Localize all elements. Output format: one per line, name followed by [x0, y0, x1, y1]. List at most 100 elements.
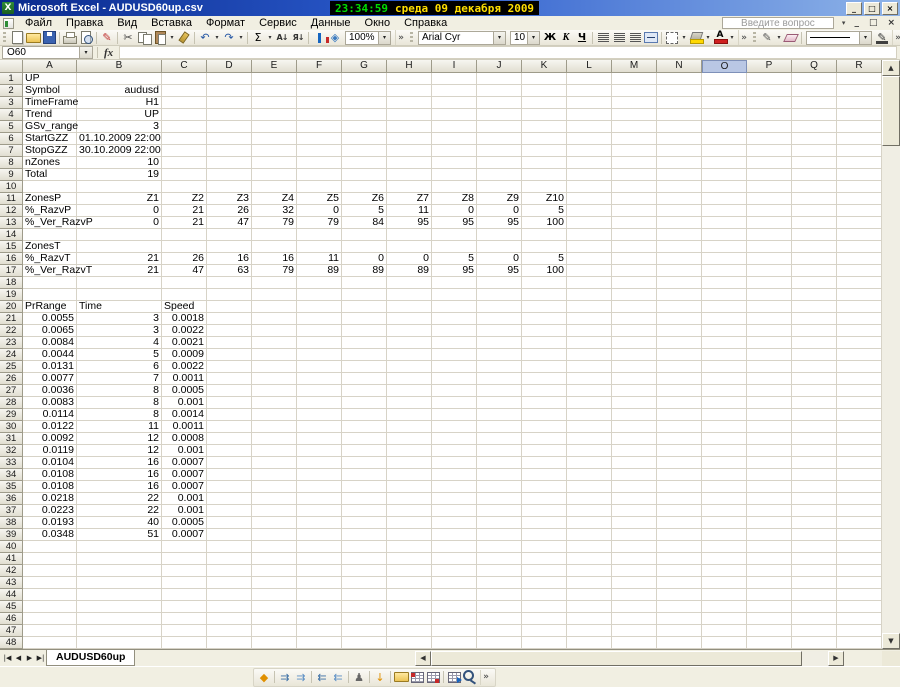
arrows-right-2-icon[interactable]: ⇉: [293, 670, 309, 685]
cell-i4[interactable]: [432, 109, 477, 121]
cell-p36[interactable]: [747, 493, 792, 505]
cell-e42[interactable]: [252, 565, 297, 577]
cell-f48[interactable]: [297, 637, 342, 649]
cell-r19[interactable]: [837, 289, 882, 301]
cell-o38[interactable]: [702, 517, 747, 529]
cell-d31[interactable]: [207, 433, 252, 445]
cell-d26[interactable]: [207, 373, 252, 385]
cell-j3[interactable]: [477, 97, 522, 109]
cell-k7[interactable]: [522, 145, 567, 157]
column-header-b[interactable]: B: [77, 60, 162, 73]
row-header-12[interactable]: 12: [0, 205, 23, 217]
cell-q26[interactable]: [792, 373, 837, 385]
cell-p40[interactable]: [747, 541, 792, 553]
cell-f1[interactable]: [297, 73, 342, 85]
cell-q30[interactable]: [792, 421, 837, 433]
cell-r31[interactable]: [837, 433, 882, 445]
menu-item-format[interactable]: Формат: [199, 17, 252, 29]
cell-p45[interactable]: [747, 601, 792, 613]
cell-q31[interactable]: [792, 433, 837, 445]
cell-c2[interactable]: [162, 85, 207, 97]
cell-b43[interactable]: [77, 577, 162, 589]
cell-m29[interactable]: [612, 409, 657, 421]
cell-p27[interactable]: [747, 385, 792, 397]
cell-p44[interactable]: [747, 589, 792, 601]
cell-f2[interactable]: [297, 85, 342, 97]
cell-q24[interactable]: [792, 349, 837, 361]
cell-d8[interactable]: [207, 157, 252, 169]
cell-n12[interactable]: [657, 205, 702, 217]
cell-l41[interactable]: [567, 553, 612, 565]
cell-p37[interactable]: [747, 505, 792, 517]
cell-d13[interactable]: 47: [207, 217, 252, 229]
cell-i38[interactable]: [432, 517, 477, 529]
line-style-select[interactable]: ▾: [806, 30, 872, 45]
row-header-33[interactable]: 33: [0, 457, 23, 469]
cell-r43[interactable]: [837, 577, 882, 589]
cell-r18[interactable]: [837, 277, 882, 289]
italic-icon[interactable]: К: [558, 30, 574, 45]
cell-l34[interactable]: [567, 469, 612, 481]
menu-item-edit[interactable]: Правка: [59, 17, 110, 29]
cell-k13[interactable]: 100: [522, 217, 567, 229]
cell-j40[interactable]: [477, 541, 522, 553]
row-header-6[interactable]: 6: [0, 133, 23, 145]
cell-m44[interactable]: [612, 589, 657, 601]
cell-l25[interactable]: [567, 361, 612, 373]
cell-j34[interactable]: [477, 469, 522, 481]
cell-l3[interactable]: [567, 97, 612, 109]
cell-i5[interactable]: [432, 121, 477, 133]
cell-l22[interactable]: [567, 325, 612, 337]
column-header-m[interactable]: M: [612, 60, 657, 73]
cell-f39[interactable]: [297, 529, 342, 541]
cell-o32[interactable]: [702, 445, 747, 457]
borders-icon[interactable]: [664, 30, 680, 45]
cell-a44[interactable]: [23, 589, 77, 601]
cell-i37[interactable]: [432, 505, 477, 517]
table-export-icon[interactable]: [446, 670, 462, 685]
row-header-32[interactable]: 32: [0, 445, 23, 457]
cell-q20[interactable]: [792, 301, 837, 313]
cell-p21[interactable]: [747, 313, 792, 325]
cell-g34[interactable]: [342, 469, 387, 481]
cell-e35[interactable]: [252, 481, 297, 493]
cell-g43[interactable]: [342, 577, 387, 589]
cell-p4[interactable]: [747, 109, 792, 121]
cell-i45[interactable]: [432, 601, 477, 613]
cell-o19[interactable]: [702, 289, 747, 301]
cell-n40[interactable]: [657, 541, 702, 553]
cell-o7[interactable]: [702, 145, 747, 157]
cell-k31[interactable]: [522, 433, 567, 445]
cell-n30[interactable]: [657, 421, 702, 433]
column-header-g[interactable]: G: [342, 60, 387, 73]
cell-l6[interactable]: [567, 133, 612, 145]
cell-o35[interactable]: [702, 481, 747, 493]
row-header-3[interactable]: 3: [0, 97, 23, 109]
draw-border-icon-dropdown-icon[interactable]: ▾: [775, 30, 783, 45]
cell-j18[interactable]: [477, 277, 522, 289]
cell-j37[interactable]: [477, 505, 522, 517]
horizontal-scrollbar[interactable]: ◀ ▶: [415, 651, 844, 666]
cell-q10[interactable]: [792, 181, 837, 193]
cell-q48[interactable]: [792, 637, 837, 649]
cell-h21[interactable]: [387, 313, 432, 325]
cell-n16[interactable]: [657, 253, 702, 265]
menu-item-view[interactable]: Вид: [110, 17, 144, 29]
cell-l44[interactable]: [567, 589, 612, 601]
print-preview-icon[interactable]: [78, 30, 94, 45]
cell-n41[interactable]: [657, 553, 702, 565]
cell-p47[interactable]: [747, 625, 792, 637]
cell-e34[interactable]: [252, 469, 297, 481]
paste-icon-dropdown-icon[interactable]: ▾: [168, 30, 176, 45]
cell-q12[interactable]: [792, 205, 837, 217]
cell-p35[interactable]: [747, 481, 792, 493]
cell-d20[interactable]: [207, 301, 252, 313]
column-header-j[interactable]: J: [477, 60, 522, 73]
cell-j27[interactable]: [477, 385, 522, 397]
cell-m23[interactable]: [612, 337, 657, 349]
cell-o34[interactable]: [702, 469, 747, 481]
cell-o40[interactable]: [702, 541, 747, 553]
cell-n33[interactable]: [657, 457, 702, 469]
cell-i19[interactable]: [432, 289, 477, 301]
table-red-2-icon[interactable]: [425, 670, 441, 685]
